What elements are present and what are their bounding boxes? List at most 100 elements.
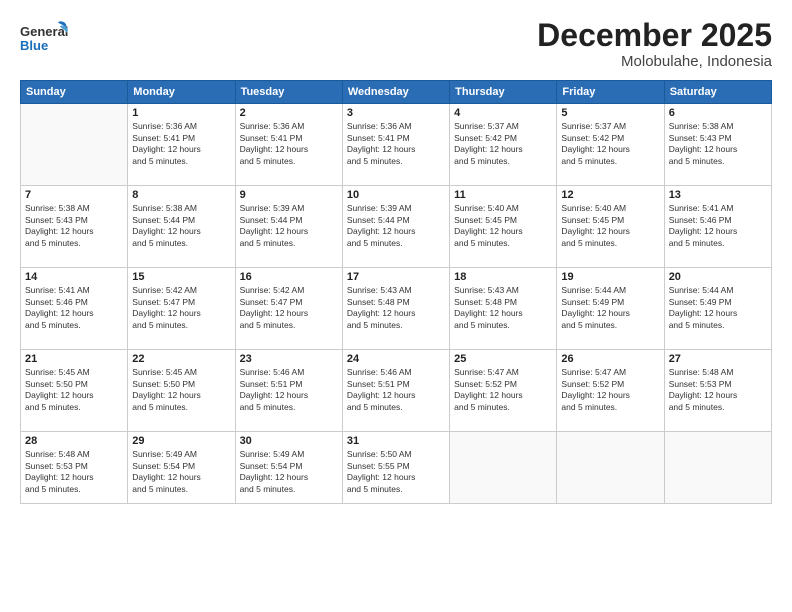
calendar-cell: 2 Sunrise: 5:36 AMSunset: 5:41 PMDaylight…	[235, 104, 342, 186]
calendar-cell: 8 Sunrise: 5:38 AMSunset: 5:44 PMDaylight…	[128, 186, 235, 268]
day-info: Sunrise: 5:38 AMSunset: 5:43 PMDaylight:…	[669, 121, 767, 167]
calendar-cell: 14 Sunrise: 5:41 AMSunset: 5:46 PMDayligh…	[21, 268, 128, 350]
day-number: 30	[240, 435, 338, 447]
day-info: Sunrise: 5:38 AMSunset: 5:43 PMDaylight:…	[25, 203, 123, 249]
calendar-cell	[557, 432, 664, 504]
day-number: 21	[25, 353, 123, 365]
calendar-cell: 7 Sunrise: 5:38 AMSunset: 5:43 PMDaylight…	[21, 186, 128, 268]
day-info: Sunrise: 5:47 AMSunset: 5:52 PMDaylight:…	[454, 367, 552, 413]
calendar-cell: 4Sunrise: 5:37 AMSunset: 5:42 PMDaylight…	[450, 104, 557, 186]
svg-text:Blue: Blue	[20, 38, 48, 53]
day-info: Sunrise: 5:40 AMSunset: 5:45 PMDaylight:…	[454, 203, 552, 249]
calendar-cell	[450, 432, 557, 504]
week-row-4: 28 Sunrise: 5:48 AMSunset: 5:53 PMDayligh…	[21, 432, 772, 504]
day-number: 18	[454, 271, 552, 283]
day-number: 5	[561, 107, 659, 119]
day-info: Sunrise: 5:48 AMSunset: 5:53 PMDaylight:…	[25, 449, 123, 495]
day-number: 1	[132, 107, 230, 119]
day-info: Sunrise: 5:42 AMSunset: 5:47 PMDaylight:…	[240, 285, 338, 331]
calendar-cell: 31Sunrise: 5:50 AMSunset: 5:55 PMDayligh…	[342, 432, 449, 504]
col-header-monday: Monday	[128, 81, 235, 104]
calendar-cell: 6 Sunrise: 5:38 AMSunset: 5:43 PMDaylight…	[664, 104, 771, 186]
logo: General Blue	[20, 18, 70, 60]
day-number: 7	[25, 189, 123, 201]
title-block: December 2025 Molobulahe, Indonesia	[537, 18, 772, 70]
day-info: Sunrise: 5:45 AMSunset: 5:50 PMDaylight:…	[132, 367, 230, 413]
week-row-3: 21 Sunrise: 5:45 AMSunset: 5:50 PMDayligh…	[21, 350, 772, 432]
location: Molobulahe, Indonesia	[537, 53, 772, 70]
day-number: 12	[561, 189, 659, 201]
calendar-header-row: SundayMondayTuesdayWednesdayThursdayFrid…	[21, 81, 772, 104]
day-number: 14	[25, 271, 123, 283]
day-number: 15	[132, 271, 230, 283]
week-row-0: 1 Sunrise: 5:36 AMSunset: 5:41 PMDaylight…	[21, 104, 772, 186]
day-info: Sunrise: 5:41 AMSunset: 5:46 PMDaylight:…	[25, 285, 123, 331]
calendar-cell: 27Sunrise: 5:48 AMSunset: 5:53 PMDayligh…	[664, 350, 771, 432]
day-number: 25	[454, 353, 552, 365]
calendar-cell: 26Sunrise: 5:47 AMSunset: 5:52 PMDayligh…	[557, 350, 664, 432]
col-header-sunday: Sunday	[21, 81, 128, 104]
day-number: 24	[347, 353, 445, 365]
logo-icon: General Blue	[20, 18, 70, 60]
day-number: 2	[240, 107, 338, 119]
week-row-1: 7 Sunrise: 5:38 AMSunset: 5:43 PMDaylight…	[21, 186, 772, 268]
day-number: 19	[561, 271, 659, 283]
day-number: 3	[347, 107, 445, 119]
day-info: Sunrise: 5:43 AMSunset: 5:48 PMDaylight:…	[347, 285, 445, 331]
header: General Blue December 2025 Molobulahe, I…	[20, 18, 772, 70]
day-info: Sunrise: 5:39 AMSunset: 5:44 PMDaylight:…	[347, 203, 445, 249]
day-info: Sunrise: 5:44 AMSunset: 5:49 PMDaylight:…	[561, 285, 659, 331]
day-info: Sunrise: 5:47 AMSunset: 5:52 PMDaylight:…	[561, 367, 659, 413]
day-info: Sunrise: 5:37 AMSunset: 5:42 PMDaylight:…	[561, 121, 659, 167]
calendar-cell: 21 Sunrise: 5:45 AMSunset: 5:50 PMDayligh…	[21, 350, 128, 432]
calendar-cell: 20Sunrise: 5:44 AMSunset: 5:49 PMDayligh…	[664, 268, 771, 350]
day-info: Sunrise: 5:41 AMSunset: 5:46 PMDaylight:…	[669, 203, 767, 249]
day-number: 29	[132, 435, 230, 447]
day-info: Sunrise: 5:40 AMSunset: 5:45 PMDaylight:…	[561, 203, 659, 249]
day-info: Sunrise: 5:36 AMSunset: 5:41 PMDaylight:…	[240, 121, 338, 167]
day-number: 31	[347, 435, 445, 447]
day-info: Sunrise: 5:36 AMSunset: 5:41 PMDaylight:…	[132, 121, 230, 167]
calendar-cell: 23Sunrise: 5:46 AMSunset: 5:51 PMDayligh…	[235, 350, 342, 432]
calendar-cell: 22 Sunrise: 5:45 AMSunset: 5:50 PMDayligh…	[128, 350, 235, 432]
day-number: 10	[347, 189, 445, 201]
day-info: Sunrise: 5:49 AMSunset: 5:54 PMDaylight:…	[240, 449, 338, 495]
calendar-cell: 1 Sunrise: 5:36 AMSunset: 5:41 PMDaylight…	[128, 104, 235, 186]
calendar-cell: 30 Sunrise: 5:49 AMSunset: 5:54 PMDayligh…	[235, 432, 342, 504]
day-number: 8	[132, 189, 230, 201]
calendar-cell: 17Sunrise: 5:43 AMSunset: 5:48 PMDayligh…	[342, 268, 449, 350]
day-number: 28	[25, 435, 123, 447]
calendar-cell	[21, 104, 128, 186]
day-number: 27	[669, 353, 767, 365]
day-number: 13	[669, 189, 767, 201]
day-number: 6	[669, 107, 767, 119]
col-header-thursday: Thursday	[450, 81, 557, 104]
calendar-cell: 25 Sunrise: 5:47 AMSunset: 5:52 PMDayligh…	[450, 350, 557, 432]
day-number: 16	[240, 271, 338, 283]
calendar-cell: 10 Sunrise: 5:39 AMSunset: 5:44 PMDayligh…	[342, 186, 449, 268]
day-info: Sunrise: 5:36 AMSunset: 5:41 PMDaylight:…	[347, 121, 445, 167]
day-info: Sunrise: 5:42 AMSunset: 5:47 PMDaylight:…	[132, 285, 230, 331]
day-info: Sunrise: 5:46 AMSunset: 5:51 PMDaylight:…	[347, 367, 445, 413]
calendar-cell: 24 Sunrise: 5:46 AMSunset: 5:51 PMDayligh…	[342, 350, 449, 432]
calendar-cell: 13 Sunrise: 5:41 AMSunset: 5:46 PMDayligh…	[664, 186, 771, 268]
calendar-cell: 28 Sunrise: 5:48 AMSunset: 5:53 PMDayligh…	[21, 432, 128, 504]
day-info: Sunrise: 5:45 AMSunset: 5:50 PMDaylight:…	[25, 367, 123, 413]
col-header-tuesday: Tuesday	[235, 81, 342, 104]
calendar-cell: 12 Sunrise: 5:40 AMSunset: 5:45 PMDayligh…	[557, 186, 664, 268]
calendar-cell: 3 Sunrise: 5:36 AMSunset: 5:41 PMDaylight…	[342, 104, 449, 186]
col-header-wednesday: Wednesday	[342, 81, 449, 104]
day-info: Sunrise: 5:43 AMSunset: 5:48 PMDaylight:…	[454, 285, 552, 331]
month-title: December 2025	[537, 18, 772, 53]
calendar-cell	[664, 432, 771, 504]
col-header-friday: Friday	[557, 81, 664, 104]
day-number: 20	[669, 271, 767, 283]
day-info: Sunrise: 5:49 AMSunset: 5:54 PMDaylight:…	[132, 449, 230, 495]
day-number: 22	[132, 353, 230, 365]
calendar-cell: 15 Sunrise: 5:42 AMSunset: 5:47 PMDayligh…	[128, 268, 235, 350]
calendar-cell: 18 Sunrise: 5:43 AMSunset: 5:48 PMDayligh…	[450, 268, 557, 350]
day-info: Sunrise: 5:38 AMSunset: 5:44 PMDaylight:…	[132, 203, 230, 249]
calendar-cell: 19 Sunrise: 5:44 AMSunset: 5:49 PMDayligh…	[557, 268, 664, 350]
calendar-cell: 16 Sunrise: 5:42 AMSunset: 5:47 PMDayligh…	[235, 268, 342, 350]
calendar-cell: 29 Sunrise: 5:49 AMSunset: 5:54 PMDayligh…	[128, 432, 235, 504]
